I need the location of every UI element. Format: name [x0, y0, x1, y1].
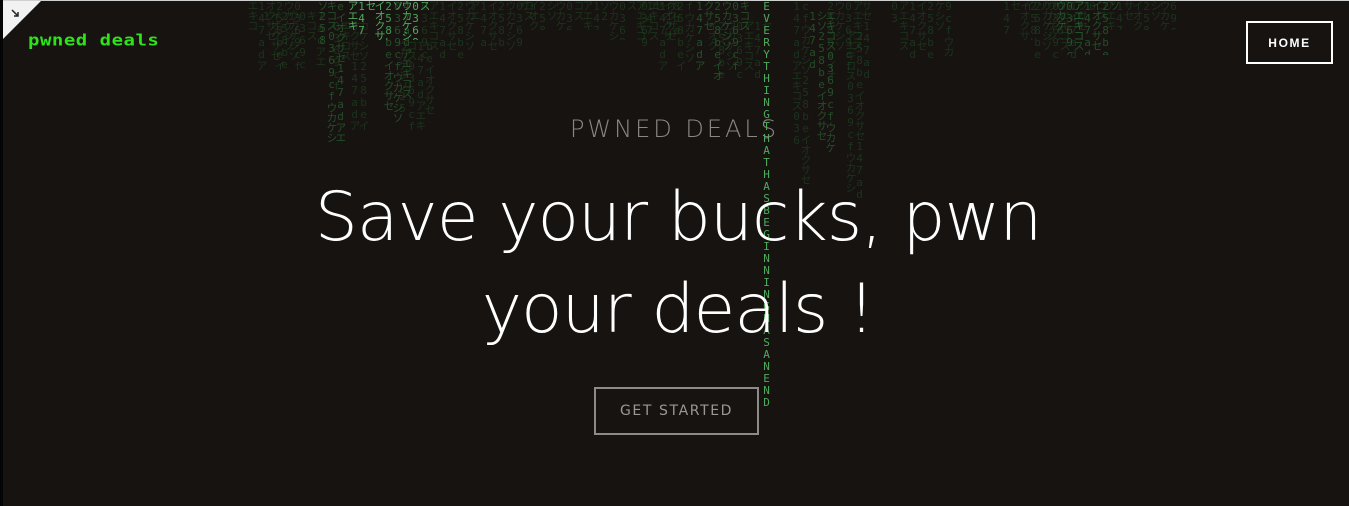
hero-headline: Save your bucks, pwn your deals ! — [314, 178, 1043, 349]
rain-column: ス0369cfウカケシソ258beイオクサセ147adアエキ — [348, 0, 429, 40]
rain-column: 69cfウカケシソ258beイオクサセ147adアエキコス0 — [1088, 0, 1178, 30]
rain-column: cfウカケシソ258beイオクサセ147adアエキコス036 — [792, 0, 810, 184]
rain-column: キコス0369cfウカケシソ258beイオクサセ147adア — [695, 0, 749, 80]
rain-column: ソ258beイオクサセ147adアエキコス0369cfウカケ — [1056, 0, 1119, 55]
logo[interactable]: pwned deals — [28, 31, 159, 50]
hero-eyebrow: PWNED DEALS — [569, 115, 780, 143]
rain-column: セ147adアエキコス0369cfウカケシソ258beイオク — [708, 20, 771, 80]
rain-column: ウカケシソ258beイオクサセ147adアエキコス0369c — [420, 0, 474, 60]
rain-column: 0369cfウカケシソ258beイオクサセ147adアエキコ — [248, 0, 302, 70]
rain-column: 47adアエキコス0369cfウカケシソ258beイオクサセ — [384, 0, 411, 122]
rain-column: 8beイオクサセ147adアエキコス0369cfウカケシソ2 — [600, 0, 681, 40]
rain-column: カケシソ258beイオクサセ147adアエキコス0369cf — [332, 20, 368, 130]
left-border — [0, 0, 3, 506]
rain-column: 9cfウカケシソ258beイオクサセ147adアエキコス03 — [890, 0, 953, 60]
hero-section: 0369cfウカケシソ258beイオクサセ147adアエキコ 7adアエキコス03… — [0, 0, 1349, 506]
rain-column: 7adアエキコス0369cfウカケシソ258beイオクサセ1 — [262, 10, 325, 70]
rain-column: fウカケシソ258beイオクサセ147adアエキコス0369 — [640, 0, 694, 70]
rain-column: サセ147adアエキコス0369cfウカケシソ258beイオ — [826, 0, 871, 80]
rain-column: アエキコス0369cfウカケシソ258beイオクサセ147a — [1002, 0, 1083, 40]
rain-column: コス0369cfウカケシソ258beイオクサセ147adアエ — [470, 0, 533, 50]
rain-column: クサセ147adアエキコス0369cfウカケシソ258beイ — [1024, 0, 1087, 60]
top-border — [0, 0, 1349, 1]
home-nav-button[interactable]: HOME — [1246, 21, 1333, 64]
rain-column: 147adアエキコス0369cfウカケシソ258beイオクサ — [520, 0, 601, 30]
get-started-button[interactable]: GET STARTED — [594, 387, 759, 435]
